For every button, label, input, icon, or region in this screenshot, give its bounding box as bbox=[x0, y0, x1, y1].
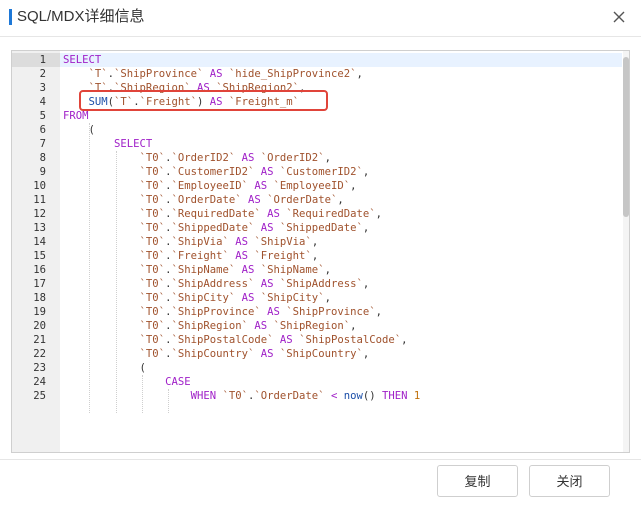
code-line: `T0`.`EmployeeID` AS `EmployeeID`, bbox=[139, 180, 357, 192]
line-number: 24 bbox=[33, 376, 46, 388]
code-line: `T0`.`RequiredDate` AS `RequiredDate`, bbox=[139, 208, 382, 220]
line-number: 17 bbox=[33, 278, 46, 290]
line-number: 20 bbox=[33, 320, 46, 332]
active-line bbox=[60, 53, 622, 67]
close-button[interactable]: 关闭 bbox=[529, 465, 610, 497]
line-number: 8 bbox=[39, 152, 46, 164]
code-line: `T0`.`ShipName` AS `ShipName`, bbox=[139, 264, 331, 276]
code-line: `T`.`ShipProvince` AS `hide_ShipProvince… bbox=[88, 68, 363, 80]
line-number: 16 bbox=[33, 264, 46, 276]
code-line: `T0`.`ShipRegion` AS `ShipRegion`, bbox=[139, 320, 357, 332]
code-line: `T0`.`ShippedDate` AS `ShippedDate`, bbox=[139, 222, 370, 234]
line-number: 23 bbox=[33, 362, 46, 374]
line-number: 25 bbox=[33, 390, 46, 402]
line-number: 10 bbox=[33, 180, 46, 192]
line-number: 7 bbox=[39, 138, 46, 150]
title-accent-bar bbox=[9, 9, 12, 25]
code-line: `T0`.`ShipProvince` AS `ShipProvince`, bbox=[139, 306, 382, 318]
code-line: `T0`.`OrderDate` AS `OrderDate`, bbox=[139, 194, 344, 206]
scrollbar-thumb[interactable] bbox=[623, 57, 629, 217]
dialog-title-bar: SQL/MDX详细信息 bbox=[0, 0, 641, 37]
code-line: `T0`.`Freight` AS `Freight`, bbox=[139, 250, 319, 262]
line-number: 6 bbox=[39, 124, 46, 136]
code-line: ( bbox=[63, 362, 146, 374]
code-line: ( bbox=[63, 124, 95, 136]
line-number: 15 bbox=[33, 250, 46, 262]
code-line: SELECT bbox=[63, 54, 102, 66]
highlight-annotation bbox=[79, 90, 328, 111]
code-line: `T0`.`ShipAddress` AS `ShipAddress`, bbox=[139, 278, 370, 290]
vertical-scrollbar[interactable] bbox=[623, 51, 629, 452]
line-number: 3 bbox=[39, 82, 46, 94]
line-number: 5 bbox=[39, 110, 46, 122]
code-line: `T0`.`CustomerID2` AS `CustomerID2`, bbox=[139, 166, 370, 178]
code-area[interactable]: SELECT `T`.`ShipProvince` AS `hide_ShipP… bbox=[60, 51, 622, 452]
line-number: 9 bbox=[39, 166, 46, 178]
footer-divider bbox=[0, 459, 641, 460]
line-number: 13 bbox=[33, 222, 46, 234]
sql-detail-dialog: SQL/MDX详细信息 1 2 3 4 5 6 7 8 9 10 11 12 13 14 15 16 17 18 1… bbox=[0, 0, 641, 516]
line-number: 4 bbox=[39, 96, 46, 108]
dialog-title: SQL/MDX详细信息 bbox=[17, 8, 145, 25]
code-line: `T0`.`ShipCountry` AS `ShipCountry`, bbox=[139, 348, 370, 360]
line-number: 18 bbox=[33, 292, 46, 304]
line-number: 19 bbox=[33, 306, 46, 318]
code-line: WHEN `T0`.`OrderDate` < now() THEN 1 bbox=[190, 390, 421, 402]
line-number: 22 bbox=[33, 348, 46, 360]
close-icon[interactable] bbox=[610, 8, 628, 26]
copy-button[interactable]: 复制 bbox=[437, 465, 518, 497]
line-number-gutter: 1 2 3 4 5 6 7 8 9 10 11 12 13 14 15 16 17 18 19 20 21 22 23 24 2… bbox=[12, 51, 60, 452]
code-line: FROM bbox=[63, 110, 89, 122]
line-number: 14 bbox=[33, 236, 46, 248]
code-line: `T0`.`OrderID2` AS `OrderID2`, bbox=[139, 152, 331, 164]
code-line: `T0`.`ShipCity` AS `ShipCity`, bbox=[139, 292, 331, 304]
line-number: 2 bbox=[39, 68, 46, 80]
line-number: 11 bbox=[33, 194, 46, 206]
code-line: CASE bbox=[165, 376, 191, 388]
line-number: 1 bbox=[39, 54, 46, 66]
line-number: 21 bbox=[33, 334, 46, 346]
code-line: `T0`.`ShipVia` AS `ShipVia`, bbox=[139, 236, 319, 248]
line-number: 12 bbox=[33, 208, 46, 220]
code-line: `T0`.`ShipPostalCode` AS `ShipPostalCode… bbox=[139, 334, 408, 346]
code-line: SELECT bbox=[114, 138, 153, 150]
